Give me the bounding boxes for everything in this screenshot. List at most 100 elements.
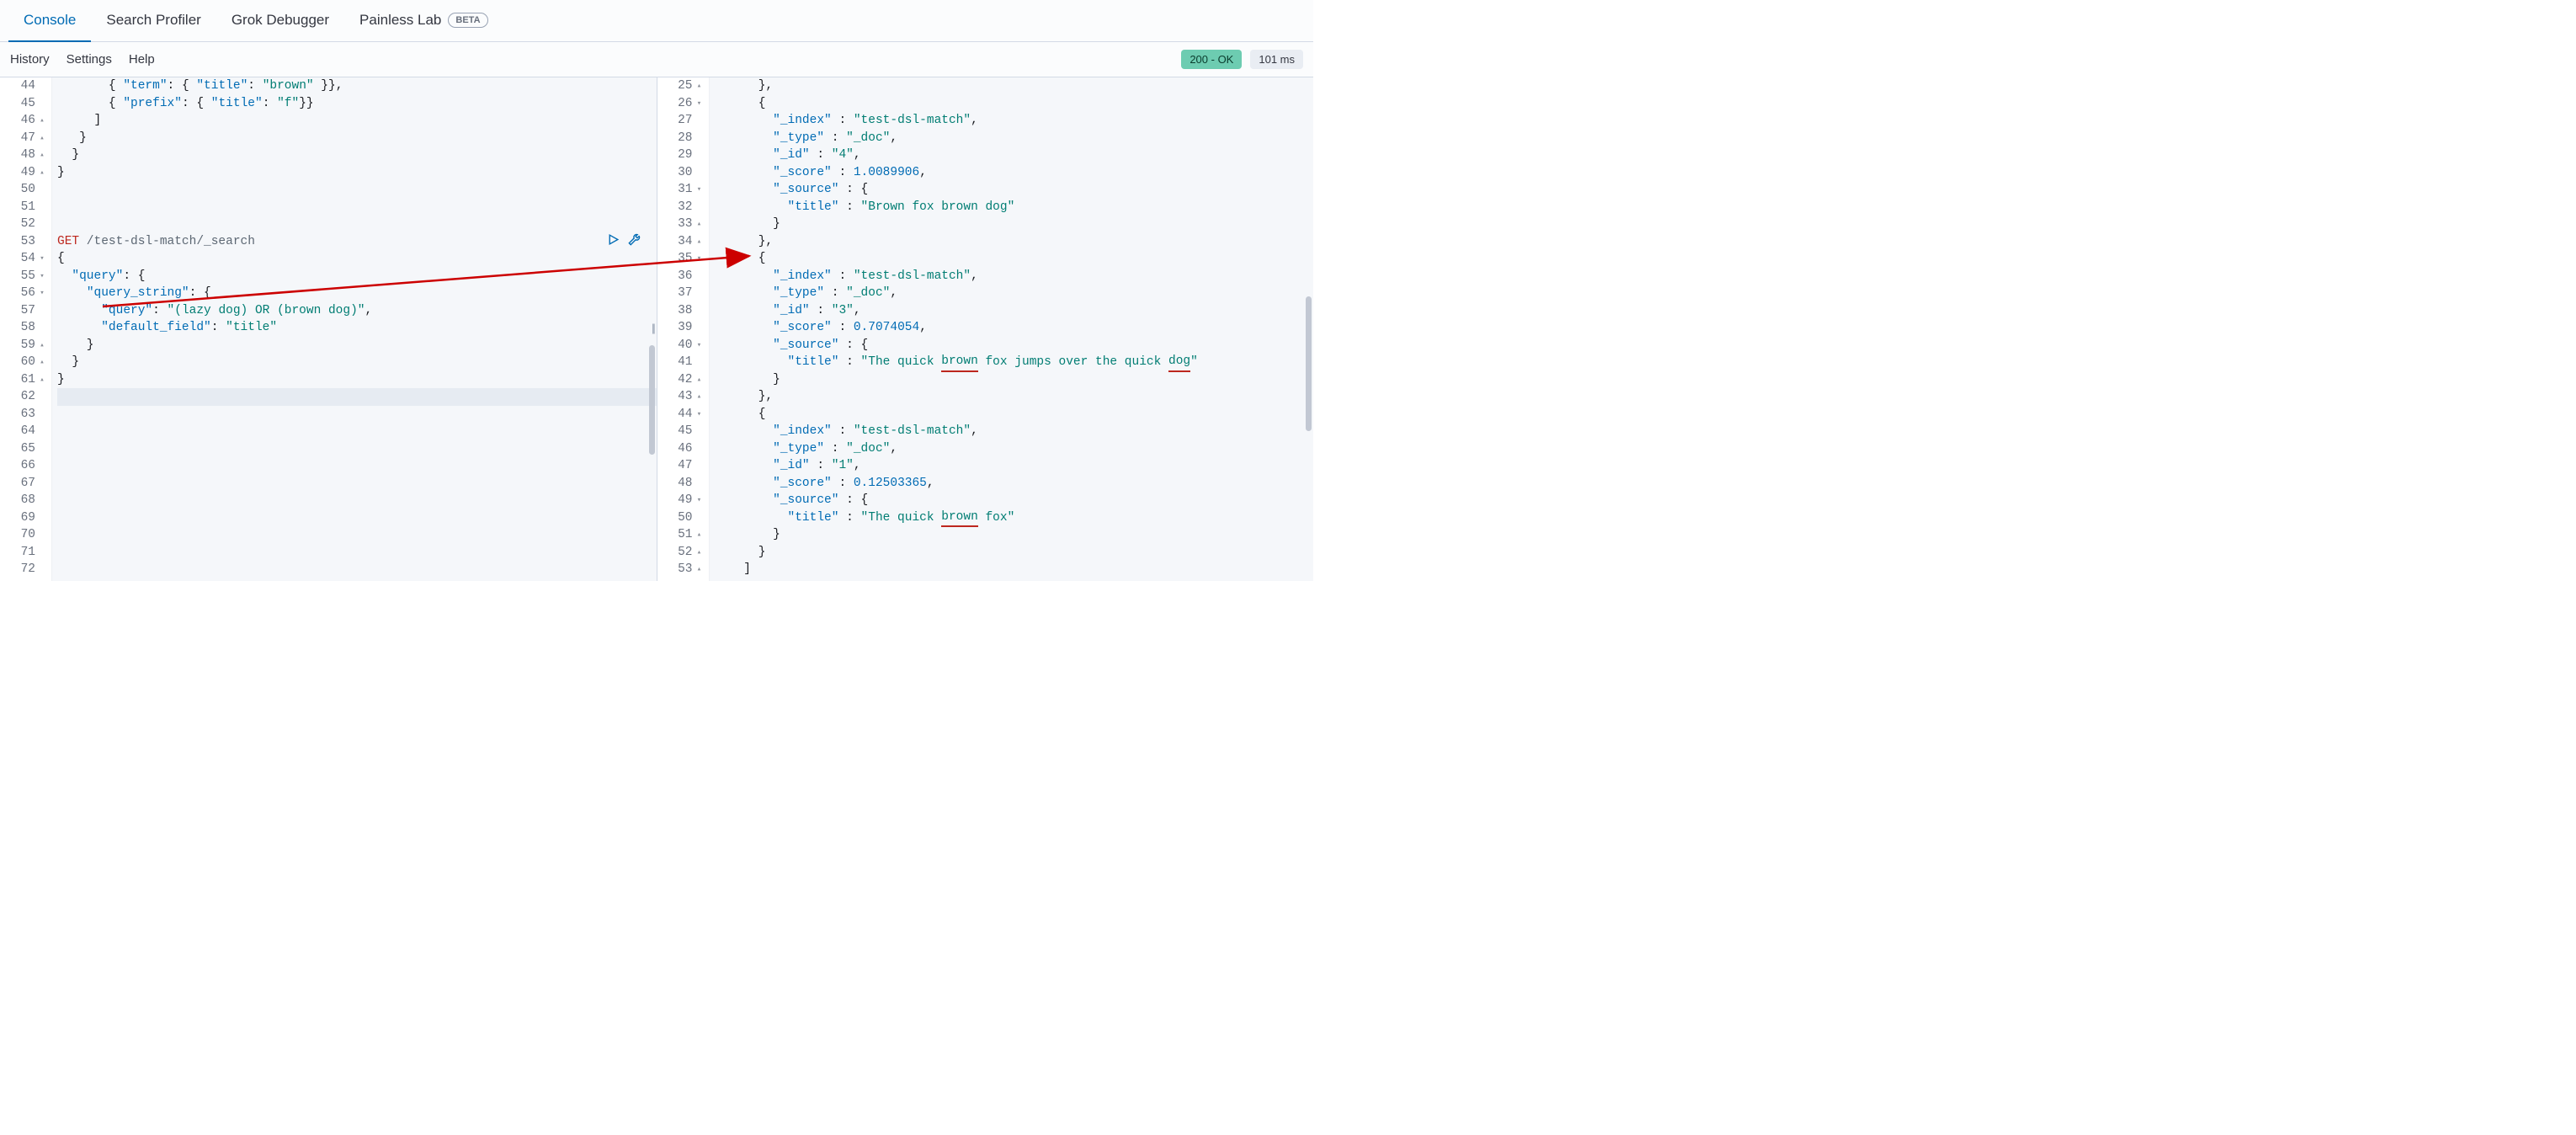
code-line[interactable]: [57, 492, 657, 509]
code-line[interactable]: "_id" : "4",: [715, 147, 1314, 164]
code-line[interactable]: ]: [715, 561, 1314, 578]
help-link[interactable]: Help: [129, 52, 155, 67]
code-line[interactable]: }: [57, 337, 657, 354]
fold-marker[interactable]: ▴: [38, 130, 46, 147]
code-line[interactable]: {: [715, 95, 1314, 113]
code-line[interactable]: "_type" : "_doc",: [715, 440, 1314, 458]
fold-marker[interactable]: ▴: [695, 371, 704, 389]
code-line[interactable]: "_id" : "3",: [715, 302, 1314, 320]
request-scrollbar-thumb[interactable]: [649, 345, 655, 455]
request-code[interactable]: { "term": { "title": "brown" }}, { "pref…: [52, 77, 657, 581]
response-scrollbar-thumb[interactable]: [1306, 296, 1312, 431]
code-line[interactable]: }: [715, 216, 1314, 233]
code-line[interactable]: "query_string": {: [57, 285, 657, 302]
fold-marker[interactable]: ▴: [38, 112, 46, 130]
code-line[interactable]: "_source" : {: [715, 181, 1314, 199]
code-line[interactable]: "default_field": "title": [57, 319, 657, 337]
code-line[interactable]: }: [57, 354, 657, 371]
code-line[interactable]: [57, 423, 657, 440]
code-line[interactable]: }: [57, 147, 657, 164]
status-badge: 200 - OK: [1181, 50, 1242, 69]
code-line[interactable]: "query": {: [57, 268, 657, 285]
code-line[interactable]: }: [715, 526, 1314, 544]
fold-marker[interactable]: ▾: [695, 250, 704, 268]
code-line[interactable]: [57, 181, 657, 199]
fold-marker[interactable]: ▴: [695, 544, 704, 562]
fold-marker[interactable]: ▾: [38, 285, 46, 302]
fold-marker[interactable]: ▴: [695, 561, 704, 578]
fold-marker[interactable]: ▴: [38, 337, 46, 354]
code-line[interactable]: [57, 526, 657, 544]
code-line[interactable]: [57, 509, 657, 527]
tab-painless-lab[interactable]: Painless Lab BETA: [344, 0, 503, 42]
code-line[interactable]: { "prefix": { "title": "f"}}: [57, 95, 657, 113]
fold-marker[interactable]: ▴: [695, 388, 704, 406]
code-line[interactable]: "_index" : "test-dsl-match",: [715, 112, 1314, 130]
fold-marker[interactable]: ▾: [38, 268, 46, 285]
code-line[interactable]: },: [715, 388, 1314, 406]
code-line[interactable]: "_index" : "test-dsl-match",: [715, 423, 1314, 440]
code-line[interactable]: [57, 475, 657, 493]
tab-search-profiler[interactable]: Search Profiler: [91, 0, 216, 42]
code-line[interactable]: "_score" : 0.7074054,: [715, 319, 1314, 337]
code-line[interactable]: }: [715, 544, 1314, 562]
settings-link[interactable]: Settings: [67, 52, 112, 67]
code-line[interactable]: [57, 440, 657, 458]
code-line[interactable]: {: [715, 406, 1314, 424]
code-line[interactable]: [57, 544, 657, 562]
code-line[interactable]: },: [715, 77, 1314, 95]
fold-marker[interactable]: ▴: [695, 77, 704, 95]
code-line[interactable]: [57, 406, 657, 424]
code-line[interactable]: },: [715, 233, 1314, 251]
gutter-line: 64: [0, 423, 48, 440]
fold-marker[interactable]: ▴: [695, 233, 704, 251]
code-line[interactable]: [57, 388, 657, 406]
run-request-icon[interactable]: [606, 232, 620, 253]
fold-marker[interactable]: ▴: [38, 371, 46, 389]
code-line[interactable]: "_score" : 1.0089906,: [715, 164, 1314, 182]
fold-marker[interactable]: ▾: [38, 250, 46, 268]
code-line[interactable]: }: [57, 371, 657, 389]
code-line[interactable]: "_index" : "test-dsl-match",: [715, 268, 1314, 285]
fold-marker[interactable]: ▴: [695, 216, 704, 233]
code-line[interactable]: "title" : "Brown fox brown dog": [715, 199, 1314, 216]
code-line[interactable]: "_source" : {: [715, 492, 1314, 509]
fold-marker[interactable]: ▴: [38, 354, 46, 371]
code-line[interactable]: "query": "(lazy dog) OR (brown dog)",: [57, 302, 657, 320]
code-line[interactable]: }: [57, 164, 657, 182]
tab-console[interactable]: Console: [8, 0, 91, 42]
fold-marker[interactable]: ▾: [695, 492, 704, 509]
code-line[interactable]: "_type" : "_doc",: [715, 130, 1314, 147]
code-line[interactable]: "_id" : "1",: [715, 457, 1314, 475]
code-line[interactable]: ]: [57, 112, 657, 130]
response-viewer[interactable]: 25▴26▾2728293031▾3233▴34▴35▾3637383940▾4…: [657, 77, 1314, 581]
code-line[interactable]: [57, 216, 657, 233]
response-code[interactable]: }, { "_index" : "test-dsl-match", "_type…: [710, 77, 1314, 581]
code-line[interactable]: [57, 199, 657, 216]
code-line[interactable]: }: [715, 371, 1314, 389]
code-line[interactable]: "_type" : "_doc",: [715, 285, 1314, 302]
code-line[interactable]: "title" : "The quick brown fox": [715, 509, 1314, 527]
fold-marker[interactable]: ▾: [695, 181, 704, 199]
fold-marker[interactable]: ▴: [695, 526, 704, 544]
fold-marker[interactable]: ▾: [695, 406, 704, 424]
code-line[interactable]: {: [57, 250, 657, 268]
pane-splitter[interactable]: ||: [652, 322, 654, 334]
code-line[interactable]: }: [57, 130, 657, 147]
code-line[interactable]: "_score" : 0.12503365,: [715, 475, 1314, 493]
fold-marker[interactable]: ▾: [695, 337, 704, 354]
code-line[interactable]: [57, 457, 657, 475]
request-editor[interactable]: 444546▴47▴48▴49▴5051525354▾55▾56▾575859▴…: [0, 77, 657, 581]
code-line[interactable]: { "term": { "title": "brown" }},: [57, 77, 657, 95]
wrench-icon[interactable]: [627, 232, 641, 253]
fold-marker[interactable]: ▴: [38, 147, 46, 164]
code-line[interactable]: [57, 561, 657, 578]
code-line[interactable]: {: [715, 250, 1314, 268]
fold-marker[interactable]: ▾: [695, 95, 704, 113]
fold-marker[interactable]: ▴: [38, 164, 46, 182]
code-line[interactable]: "title" : "The quick brown fox jumps ove…: [715, 354, 1314, 371]
code-line[interactable]: GET /test-dsl-match/_search: [57, 233, 657, 251]
code-line[interactable]: "_source" : {: [715, 337, 1314, 354]
tab-grok-debugger[interactable]: Grok Debugger: [216, 0, 344, 42]
history-link[interactable]: History: [10, 52, 50, 67]
